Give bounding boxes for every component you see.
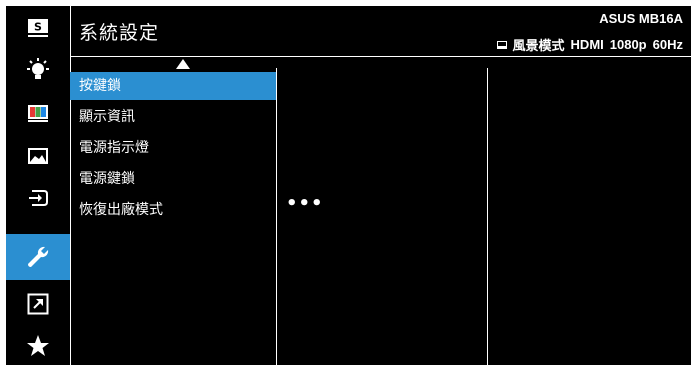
star-icon (26, 334, 50, 358)
display-mode: 風景模式 (512, 38, 565, 53)
refresh-rate: 60Hz (652, 37, 683, 52)
status-bar: 風景模式 HDMI 1080p 60Hz (496, 35, 683, 54)
page-title: 系統設定 (79, 22, 160, 44)
sidebar-item-splendid[interactable]: S (6, 8, 70, 48)
input-source: HDMI (570, 37, 604, 52)
color-icon (27, 103, 49, 123)
sidebar-item-color[interactable] (6, 93, 70, 133)
image-icon (27, 146, 49, 166)
input-select-icon (27, 187, 49, 209)
wrench-icon (25, 244, 51, 270)
sidebar: S (6, 6, 70, 365)
resolution: 1080p (609, 37, 647, 52)
header-divider (70, 56, 691, 57)
column-divider-2 (487, 68, 488, 365)
menu-item-information[interactable]: 顯示資訊 (70, 103, 276, 131)
sidebar-item-image[interactable] (6, 136, 70, 176)
blue-light-filter-icon (25, 57, 51, 83)
sidebar-item-favorite[interactable] (6, 326, 70, 365)
menu-item-label: 按鍵鎖 (79, 78, 121, 94)
menu-item-label: 電源鍵鎖 (79, 171, 135, 187)
sidebar-item-shortcut[interactable] (6, 284, 70, 324)
model-name: ASUS MB16A (599, 11, 683, 26)
column-divider-1 (276, 68, 277, 365)
osd-menu-window: S 系統設定 ASUS MB16A 風景模式 HDMI 1080p 60Hz 按… (6, 6, 691, 365)
shortcut-icon (27, 293, 49, 315)
menu-item-power-key-lock[interactable]: 電源鍵鎖 (70, 165, 276, 193)
svg-text:S: S (34, 21, 42, 34)
menu-item-key-lock[interactable]: 按鍵鎖 (70, 72, 276, 100)
sidebar-item-input-select[interactable] (6, 178, 70, 218)
sidebar-item-system-setup[interactable] (6, 234, 70, 280)
splendid-icon: S (27, 18, 49, 38)
menu-item-power-indicator[interactable]: 電源指示燈 (70, 134, 276, 162)
system-setup-menu: 按鍵鎖 顯示資訊 電源指示燈 電源鍵鎖 恢復出廠模式 (70, 72, 276, 227)
menu-item-label: 電源指示燈 (79, 140, 149, 156)
monitor-icon (496, 40, 507, 49)
menu-item-label: 顯示資訊 (79, 109, 135, 125)
menu-item-label: 恢復出廠模式 (79, 202, 163, 218)
menu-item-factory-reset[interactable]: 恢復出廠模式 (70, 196, 276, 224)
scroll-up-icon[interactable] (176, 59, 190, 69)
more-options-icon[interactable]: ••• (286, 193, 324, 214)
sidebar-item-blue-light[interactable] (6, 50, 70, 90)
